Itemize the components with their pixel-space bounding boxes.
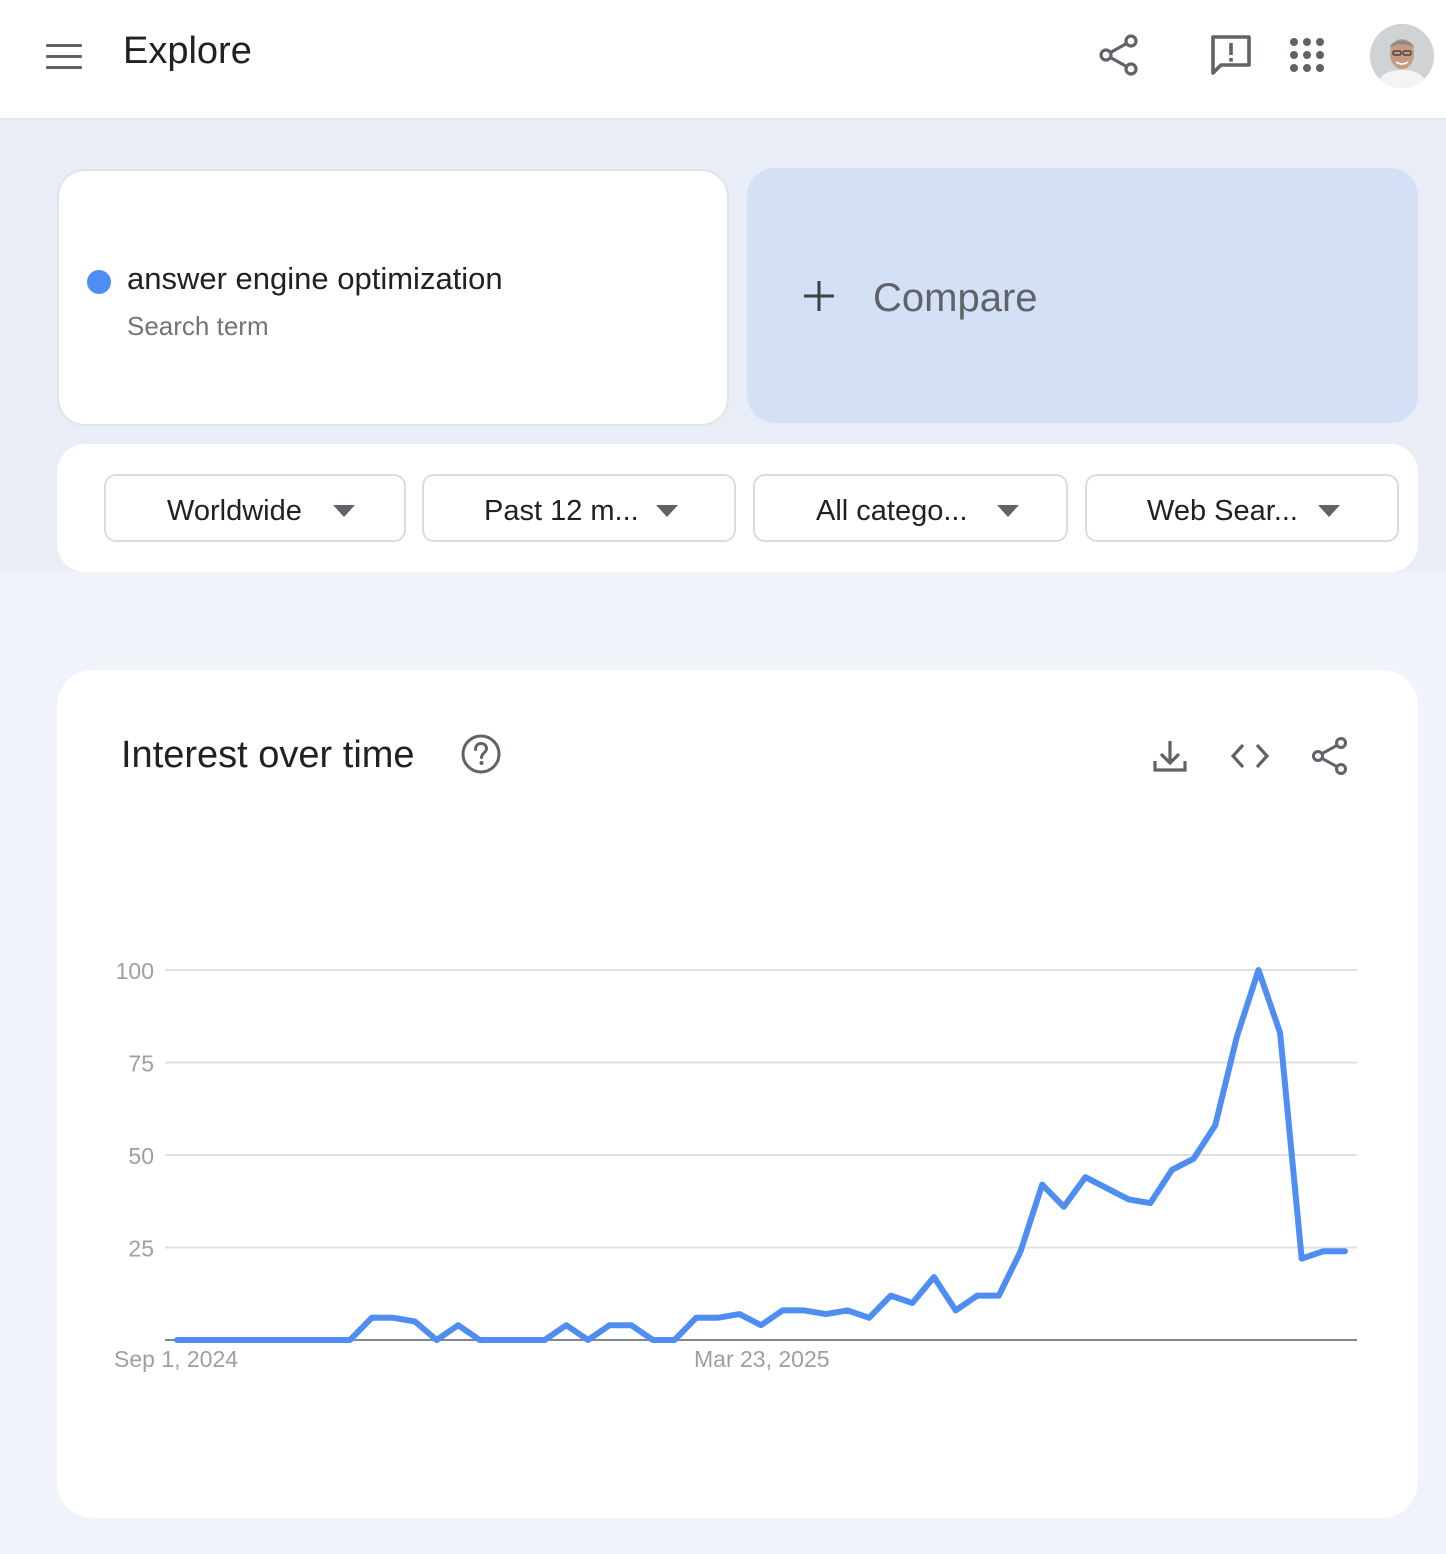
time-range-dropdown[interactable]: Past 12 m... <box>422 474 736 542</box>
chevron-down-icon <box>656 505 678 517</box>
chevron-down-icon <box>333 505 355 517</box>
search-term-card[interactable]: answer engine optimization Search term <box>57 169 729 426</box>
x-tick-label: Mar 23, 2025 <box>694 1346 830 1372</box>
compare-label: Compare <box>873 276 1038 320</box>
chevron-down-icon <box>997 505 1019 517</box>
category-value: All catego... <box>816 495 968 527</box>
category-dropdown[interactable]: All catego... <box>753 474 1068 542</box>
series-color-dot <box>87 270 111 294</box>
line-chart: 25 50 75 100 Sep 1, 2024 Mar 23, 2025 <box>114 958 1357 1372</box>
time-range-value: Past 12 m... <box>484 495 639 527</box>
top-app-bar: Explore <box>0 0 1446 120</box>
menu-icon[interactable] <box>44 40 84 72</box>
y-tick-label: 25 <box>128 1236 154 1262</box>
chevron-down-icon <box>1318 505 1340 517</box>
y-tick-label: 50 <box>128 1143 154 1169</box>
filter-bar: Worldwide Past 12 m... All catego... Web… <box>57 444 1418 572</box>
y-tick-label: 100 <box>116 958 154 984</box>
search-term-type: Search term <box>127 311 269 341</box>
region-dropdown[interactable]: Worldwide <box>104 474 406 542</box>
y-tick-label: 75 <box>128 1051 154 1077</box>
region-value: Worldwide <box>167 495 302 527</box>
page-title: Explore <box>123 30 252 72</box>
interest-over-time-card: Interest over time 25 50 75 100 Sep 1, 2024 M… <box>57 670 1418 1518</box>
search-term[interactable]: answer engine optimization <box>127 261 503 297</box>
plus-icon <box>804 281 834 311</box>
share-icon[interactable] <box>1094 30 1144 80</box>
search-property-dropdown[interactable]: Web Sear... <box>1085 474 1399 542</box>
feedback-icon[interactable] <box>1206 30 1256 80</box>
apps-grid-icon[interactable] <box>1282 30 1332 80</box>
compare-button[interactable]: Compare <box>747 168 1418 423</box>
avatar[interactable] <box>1370 24 1434 88</box>
x-tick-label: Sep 1, 2024 <box>114 1346 238 1372</box>
search-property-value: Web Sear... <box>1147 495 1298 527</box>
